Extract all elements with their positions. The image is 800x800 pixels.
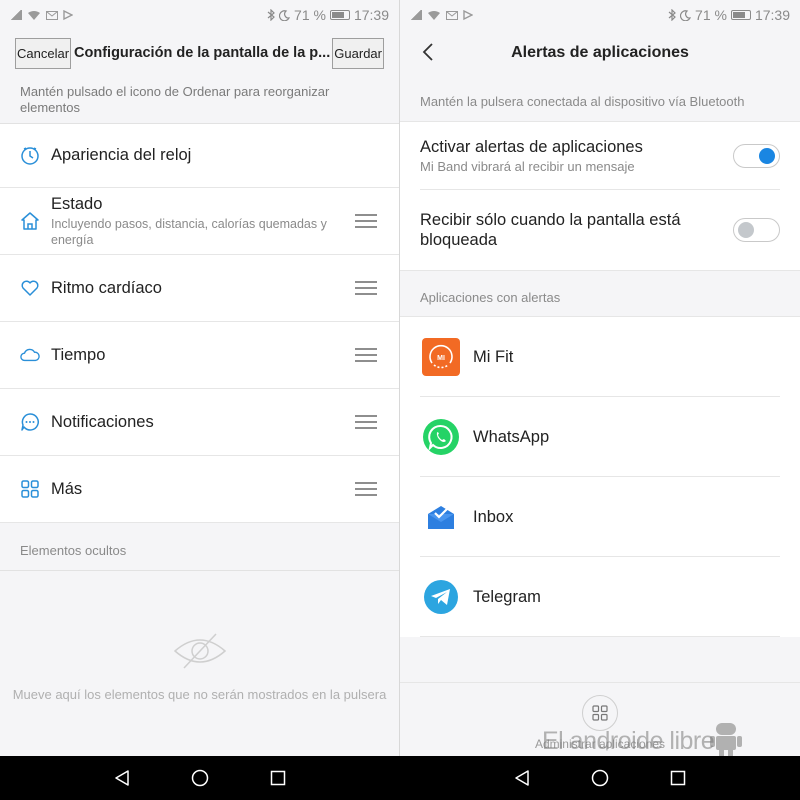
app-item-mi-fit[interactable]: MI Mi Fit bbox=[400, 317, 800, 397]
page-title: Alertas de aplicaciones bbox=[511, 44, 689, 61]
drag-handle-icon[interactable] bbox=[355, 482, 377, 496]
clock-time: 17:39 bbox=[353, 7, 389, 23]
navigation-bar bbox=[400, 756, 800, 800]
nav-home-icon[interactable] bbox=[590, 768, 610, 788]
battery-icon bbox=[730, 10, 751, 20]
chat-bubble-icon bbox=[20, 412, 40, 432]
whatsapp-icon bbox=[422, 418, 460, 456]
wifi-icon bbox=[428, 10, 440, 20]
inbox-icon bbox=[422, 498, 460, 536]
download-icon bbox=[463, 9, 473, 20]
app-name: WhatsApp bbox=[473, 427, 550, 446]
reorder-hint: Mantén pulsado el icono de Ordenar para … bbox=[0, 76, 399, 124]
bluetooth-hint: Mantén la pulsera conectada al dispositi… bbox=[400, 76, 800, 122]
download-icon bbox=[63, 9, 73, 20]
app-alerts-screen: 71 % 17:39 Alertas de aplicaciones Manté… bbox=[400, 0, 800, 756]
manage-apps-button[interactable] bbox=[582, 695, 618, 731]
locked-only-toggle[interactable] bbox=[733, 218, 780, 242]
app-item-inbox[interactable]: Inbox bbox=[400, 477, 800, 557]
moon-icon bbox=[279, 9, 291, 21]
apps-section-title: Aplicaciones con alertas bbox=[400, 270, 800, 317]
heart-icon bbox=[20, 278, 40, 298]
list-item-label: Ritmo cardíaco bbox=[51, 278, 162, 297]
watermark: El androide libre bbox=[542, 727, 715, 755]
home-icon bbox=[20, 211, 40, 231]
status-bar: 71 % 17:39 bbox=[0, 0, 399, 30]
clock-time: 17:39 bbox=[754, 7, 790, 23]
display-settings-screen: 71 % 17:39 Cancelar Configuración de la … bbox=[0, 0, 400, 756]
list-item-more[interactable]: Más bbox=[0, 456, 399, 523]
bluetooth-icon bbox=[668, 9, 676, 21]
drag-handle-icon[interactable] bbox=[355, 281, 377, 295]
svg-text:MI: MI bbox=[437, 355, 445, 362]
grid-icon bbox=[592, 705, 608, 721]
mail-icon bbox=[446, 10, 458, 20]
list-item-status[interactable]: Estado Incluyendo pasos, distancia, calo… bbox=[0, 188, 399, 255]
list-item-weather[interactable]: Tiempo bbox=[0, 322, 399, 389]
toggle-description: Mi Band vibrará al recibir un mensaje bbox=[420, 159, 635, 174]
navigation-bar bbox=[0, 756, 400, 800]
list-item-label: Apariencia del reloj bbox=[51, 146, 192, 164]
list-item-label: Tiempo bbox=[51, 345, 106, 364]
battery-icon bbox=[329, 10, 350, 20]
enable-app-alerts-row[interactable]: Activar alertas de aplicaciones Mi Band … bbox=[400, 122, 800, 189]
list-item-label: Más bbox=[51, 479, 83, 498]
app-name: Inbox bbox=[473, 507, 514, 526]
display-items-list: Apariencia del reloj Estado Incluyendo p… bbox=[0, 124, 399, 523]
mail-icon bbox=[46, 10, 58, 20]
status-bar: 71 % 17:39 bbox=[400, 0, 800, 30]
nav-back-icon[interactable] bbox=[512, 768, 532, 788]
mi-fit-icon: MI bbox=[422, 338, 460, 376]
battery-percent: 71 % bbox=[294, 7, 326, 23]
drag-handle-icon[interactable] bbox=[355, 348, 377, 362]
list-item-watch-face[interactable]: Apariencia del reloj bbox=[0, 124, 399, 188]
apps-list: MI Mi Fit WhatsApp Inbox Telegram bbox=[400, 317, 800, 637]
wifi-icon bbox=[28, 10, 40, 20]
app-name: Mi Fit bbox=[473, 347, 514, 366]
nav-recents-icon[interactable] bbox=[668, 768, 688, 788]
cell-signal-icon bbox=[10, 10, 22, 20]
toggle-label: Recibir sólo cuando la pantalla está blo… bbox=[420, 211, 681, 249]
enable-alerts-toggle[interactable] bbox=[733, 143, 780, 168]
cell-signal-icon bbox=[410, 10, 422, 20]
header: Cancelar Configuración de la pantalla de… bbox=[0, 30, 399, 76]
list-item-description: Incluyendo pasos, distancia, calorías qu… bbox=[51, 216, 327, 247]
list-item-label: Estado bbox=[51, 194, 103, 213]
nav-back-icon[interactable] bbox=[112, 768, 132, 788]
nav-home-icon[interactable] bbox=[190, 768, 210, 788]
hidden-items-drop-zone[interactable]: Mueve aquí los elementos que no serán mo… bbox=[0, 571, 399, 756]
cancel-button[interactable]: Cancelar bbox=[15, 37, 72, 69]
nav-recents-icon[interactable] bbox=[268, 768, 288, 788]
page-title: Configuración de la pantalla de la p... bbox=[74, 45, 331, 61]
list-item-label: Notificaciones bbox=[51, 412, 154, 431]
grid-icon bbox=[20, 479, 40, 499]
eye-slash-icon bbox=[173, 633, 227, 669]
header: Alertas de aplicaciones bbox=[400, 30, 800, 76]
telegram-icon bbox=[422, 578, 460, 616]
toggle-knob bbox=[759, 147, 775, 164]
alert-settings: Activar alertas de aplicaciones Mi Band … bbox=[400, 122, 800, 270]
drag-handle-icon[interactable] bbox=[355, 214, 377, 228]
app-item-telegram[interactable]: Telegram bbox=[400, 557, 800, 637]
hidden-items-section-title: Elementos ocultos bbox=[0, 523, 399, 571]
drag-handle-icon[interactable] bbox=[355, 415, 377, 429]
locked-screen-only-row[interactable]: Recibir sólo cuando la pantalla está blo… bbox=[400, 190, 800, 270]
moon-icon bbox=[680, 9, 692, 21]
app-name: Telegram bbox=[473, 587, 541, 606]
list-item-heart-rate[interactable]: Ritmo cardíaco bbox=[0, 255, 399, 322]
toggle-label: Activar alertas de aplicaciones bbox=[420, 138, 643, 156]
list-item-notifications[interactable]: Notificaciones bbox=[0, 389, 399, 456]
save-button[interactable]: Guardar bbox=[332, 37, 384, 69]
back-arrow-icon[interactable] bbox=[422, 42, 434, 62]
app-item-whatsapp[interactable]: WhatsApp bbox=[400, 397, 800, 477]
cloud-icon bbox=[20, 345, 40, 365]
hidden-items-message: Mueve aquí los elementos que no serán mo… bbox=[12, 687, 387, 702]
clock-icon bbox=[20, 146, 40, 166]
toggle-knob bbox=[738, 222, 754, 238]
android-robot-icon bbox=[710, 723, 742, 756]
battery-percent: 71 % bbox=[695, 7, 727, 23]
manage-apps-area: Administrar aplicaciones El androide lib… bbox=[400, 682, 800, 756]
bluetooth-icon bbox=[267, 9, 275, 21]
